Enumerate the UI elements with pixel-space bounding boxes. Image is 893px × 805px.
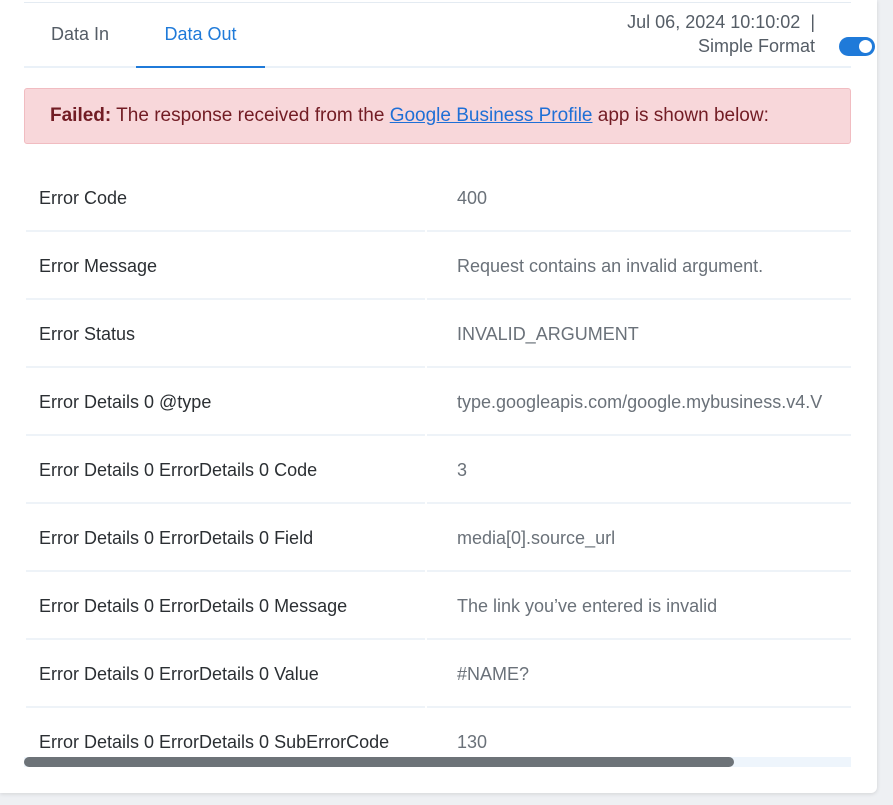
app-link[interactable]: Google Business Profile bbox=[390, 105, 593, 126]
field-name: Error Code bbox=[26, 166, 425, 232]
field-name: Error Status bbox=[26, 302, 425, 368]
field-value: media[0].source_url bbox=[427, 506, 851, 572]
field-value: 130 bbox=[427, 710, 851, 758]
field-value: type.googleapis.com/google.mybusiness.v4… bbox=[427, 370, 851, 436]
response-table: Error Code 400 Error Message Request con… bbox=[24, 164, 851, 758]
simple-format-toggle-icon[interactable] bbox=[839, 37, 875, 56]
timestamp: Jul 06, 2024 10:10:02 bbox=[627, 12, 801, 32]
table-row: Error Code 400 bbox=[26, 166, 851, 232]
simple-format-label: Simple Format bbox=[697, 36, 815, 56]
error-alert: Failed: The response received from the G… bbox=[24, 88, 851, 144]
table-row: Error Details 0 ErrorDetails 0 Value #NA… bbox=[26, 642, 851, 708]
field-name: Error Details 0 ErrorDetails 0 Message bbox=[26, 574, 425, 640]
table-row: Error Details 0 ErrorDetails 0 Message T… bbox=[26, 574, 851, 640]
field-value: 3 bbox=[427, 438, 851, 504]
alert-status: Failed: bbox=[50, 105, 112, 126]
data-panel: Data In Data Out Jul 06, 2024 10:10:02 | … bbox=[0, 0, 877, 793]
response-meta: Jul 06, 2024 10:10:02 | Simple Format bbox=[627, 10, 875, 58]
tab-data-in[interactable]: Data In bbox=[24, 0, 136, 66]
field-value: The link you’ve entered is invalid bbox=[427, 574, 851, 640]
alert-text-after: app is shown below: bbox=[592, 105, 769, 126]
toggle-knob bbox=[859, 40, 872, 53]
field-name: Error Details 0 ErrorDetails 0 Code bbox=[26, 438, 425, 504]
alert-text-before: The response received from the bbox=[111, 105, 390, 126]
field-name: Error Details 0 ErrorDetails 0 Value bbox=[26, 642, 425, 708]
field-value: INVALID_ARGUMENT bbox=[427, 302, 851, 368]
field-name: Error Details 0 @type bbox=[26, 370, 425, 436]
table-row: Error Details 0 ErrorDetails 0 Field med… bbox=[26, 506, 851, 572]
meta-separator: | bbox=[810, 12, 815, 32]
horizontal-scrollbar[interactable] bbox=[24, 757, 851, 767]
table-row: Error Details 0 ErrorDetails 0 SubErrorC… bbox=[26, 710, 851, 758]
field-name: Error Details 0 ErrorDetails 0 SubErrorC… bbox=[26, 710, 425, 758]
scrollbar-thumb[interactable] bbox=[24, 757, 734, 767]
field-value: 400 bbox=[427, 166, 851, 232]
table-row: Error Status INVALID_ARGUMENT bbox=[26, 302, 851, 368]
table-row: Error Details 0 ErrorDetails 0 Code 3 bbox=[26, 438, 851, 504]
field-name: Error Details 0 ErrorDetails 0 Field bbox=[26, 506, 425, 572]
table-row: Error Details 0 @type type.googleapis.co… bbox=[26, 370, 851, 436]
field-name: Error Message bbox=[26, 234, 425, 300]
field-value: #NAME? bbox=[427, 642, 851, 708]
tab-data-out[interactable]: Data Out bbox=[136, 0, 265, 68]
table-row: Error Message Request contains an invali… bbox=[26, 234, 851, 300]
field-value: Request contains an invalid argument. bbox=[427, 234, 851, 300]
